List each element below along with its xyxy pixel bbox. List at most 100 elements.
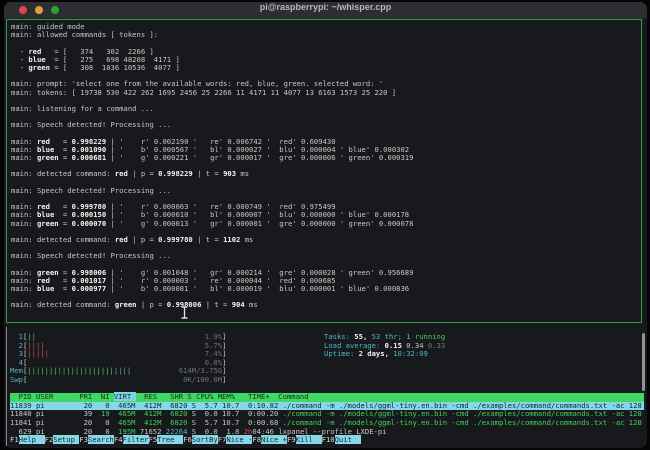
fkey-f10-quit[interactable]: F10 <box>322 435 335 444</box>
fkey-f10-quit[interactable]: Quit <box>335 435 361 444</box>
terminal-line: main: detected command: green | p = 0.99… <box>11 301 641 309</box>
text-segment: | ' g' 0.000221 ' gr' 0.000017 ' gre' 0.… <box>106 153 413 162</box>
text-segment: main: detected command: <box>11 235 115 244</box>
terminal-line: main: green = 0.000681 | ' g' 0.000221 '… <box>11 154 641 162</box>
text-segment: 0.000681 <box>72 153 107 162</box>
terminal-line: main: listening for a command ... <box>11 105 641 113</box>
text-segment: main: detected command: <box>11 300 115 309</box>
text-segment: red <box>115 169 128 178</box>
text-segment: = <box>54 284 71 293</box>
text-segment: main: listening for a command ... <box>11 104 154 113</box>
text-segment <box>27 375 183 384</box>
text-segment: ms <box>240 235 253 244</box>
text-segment: 0.000977 <box>72 284 107 293</box>
fkey-f4-filter[interactable]: Filter <box>123 435 149 444</box>
text-segment: | p = <box>128 169 158 178</box>
text-segment: = <box>59 219 72 228</box>
text-segment: - <box>11 63 28 72</box>
htop-pane[interactable]: 1[|| 1.9%] 2[|||| 5.7%] 3[||||| 7.4%] 4[… <box>6 327 644 446</box>
terminal-line: main: Speech detected! Processing ... <box>11 121 641 129</box>
text-segment: red <box>115 235 128 244</box>
fkey-f4-filter[interactable]: F4 <box>114 435 123 444</box>
whisper-command-pane[interactable]: main: guided modemain: allowed commands … <box>6 19 642 323</box>
text-segment: 0.999780 <box>158 235 193 244</box>
text-segment: 2 days, <box>359 349 394 358</box>
terminal-line: main: Speech detected! Processing ... <box>11 187 641 195</box>
fkey-f9-kill[interactable]: Kill <box>296 435 322 444</box>
terminal-line: main: allowed commands [ tokens ]: <box>11 31 641 39</box>
text-segment: green <box>37 153 59 162</box>
terminal-line: main: detected command: red | p = 0.9997… <box>11 236 641 244</box>
text-segment: | ' b' 0.000081 ' bl' 0.000019 ' blu' 0.… <box>106 284 409 293</box>
text-segment: 0.998229 <box>158 169 193 178</box>
ibeam-cursor-icon <box>180 304 189 323</box>
text-segment: main: <box>11 219 37 228</box>
text-segment: | ' g' 0.000013 ' gr' 0.000001 ' gre' 0.… <box>106 219 413 228</box>
fkey-f1-help[interactable]: F1 <box>10 435 19 444</box>
text-segment: Swp <box>10 375 23 384</box>
terminal-window: pi@raspberrypi: ~/whisper.cpp main: guid… <box>4 2 647 448</box>
text-segment: | p = <box>128 235 158 244</box>
minimize-button[interactable] <box>35 6 43 14</box>
text-segment: Uptime: <box>324 349 359 358</box>
terminal-line: main: tokens: [ 19738 530 422 262 1695 2… <box>11 89 641 97</box>
close-button[interactable] <box>19 6 27 14</box>
text-segment: | t = <box>193 169 223 178</box>
terminal-line: main: green = 0.000070 | ' g' 0.000013 '… <box>11 220 641 228</box>
text-segment: | t = <box>193 235 223 244</box>
text-segment: 1102 <box>223 235 240 244</box>
whisper-output: main: guided modemain: allowed commands … <box>11 23 641 310</box>
fkey-f3-search[interactable]: Search <box>88 435 114 444</box>
text-segment: ] <box>222 375 226 384</box>
text-segment: 0.000070 <box>72 219 107 228</box>
zoom-button[interactable] <box>51 6 59 14</box>
fkey-f7-nice-minus[interactable]: Nice - <box>226 435 252 444</box>
text-segment: 0K/100.0M <box>183 375 222 384</box>
text-segment: main: Speech detected! Processing ... <box>11 251 171 260</box>
scrollbar-thumb[interactable] <box>642 333 645 391</box>
text-segment: main: Speech detected! Processing ... <box>11 120 171 129</box>
htop-uptime: Uptime: 2 days, 10:32:09 <box>324 350 445 359</box>
text-segment: main: allowed commands [ tokens ]: <box>11 30 158 39</box>
terminal-line: - green = [ 308 1036 10536 4077 ] <box>11 64 641 72</box>
text-segment: 0.33 <box>428 341 445 350</box>
desktop: pi@raspberrypi: ~/whisper.cpp main: guid… <box>0 0 650 450</box>
text-segment: green <box>37 219 59 228</box>
text-segment: blue <box>37 284 54 293</box>
terminal-line: main: blue = 0.000977 | ' b' 0.000081 ' … <box>11 285 641 293</box>
fkey-f8-nice-plus[interactable]: F8 <box>252 435 261 444</box>
text-segment: | t = <box>201 300 231 309</box>
fkey-f5-tree[interactable]: Tree <box>157 435 183 444</box>
text-segment: 903 <box>223 169 236 178</box>
htop-fkey-bar: F1Help F2Setup F3SearchF4FilterF5Tree F6… <box>10 436 644 445</box>
window-title: pi@raspberrypi: ~/whisper.cpp <box>4 2 647 18</box>
text-segment: = <box>59 153 72 162</box>
fkey-f2-setup[interactable]: Setup <box>53 435 79 444</box>
text-segment: main: Speech detected! Processing ... <box>11 186 171 195</box>
terminal-line: main: detected command: red | p = 0.9982… <box>11 170 641 178</box>
text-segment: green <box>115 300 137 309</box>
fkey-f6-sortby[interactable]: F6 <box>183 435 192 444</box>
fkey-f5-tree[interactable]: F5 <box>149 435 158 444</box>
text-segment: ms <box>245 300 258 309</box>
htop-swap-meter: Swp[ 0K/100.0M] <box>10 376 644 385</box>
text-segment: main: detected command: <box>11 169 115 178</box>
fkey-f6-sortby[interactable]: SortBy <box>192 435 218 444</box>
text-segment: | p = <box>137 300 167 309</box>
fkey-f8-nice-plus[interactable]: Nice + <box>261 435 287 444</box>
fkey-f3-search[interactable]: F3 <box>79 435 88 444</box>
text-segment: = [ 308 1036 10536 4077 ] <box>50 63 180 72</box>
terminal-line: main: Speech detected! Processing ... <box>11 252 641 260</box>
text-segment: main: <box>11 153 37 162</box>
text-segment: main: tokens: [ 19738 530 422 262 1695 2… <box>11 88 396 97</box>
htop-info-column: Tasks: 55, 53 thr; 1 runningLoad average… <box>324 333 445 359</box>
text-segment: main: <box>11 284 37 293</box>
fkey-f2-setup[interactable]: F2 <box>45 435 54 444</box>
fkey-f1-help[interactable]: Help <box>19 435 45 444</box>
text-segment: ms <box>236 169 249 178</box>
text-segment: 10:32:09 <box>393 349 428 358</box>
window-titlebar[interactable]: pi@raspberrypi: ~/whisper.cpp <box>4 2 647 19</box>
fkey-f9-kill[interactable]: F9 <box>287 435 296 444</box>
text-segment: green <box>28 63 50 72</box>
text-segment: 904 <box>232 300 245 309</box>
